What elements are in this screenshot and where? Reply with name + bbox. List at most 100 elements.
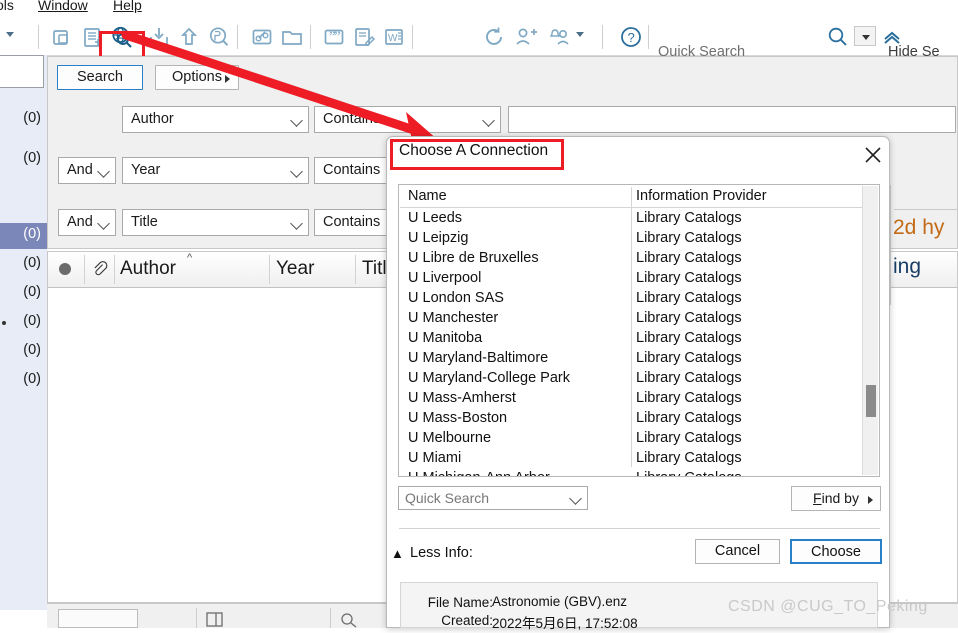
list-header-provider[interactable]: Information Provider <box>636 188 767 204</box>
connection-provider: Library Catalogs <box>636 470 742 476</box>
connection-provider: Library Catalogs <box>636 250 742 266</box>
preview-text-line-1: 2d hy <box>893 216 945 239</box>
list-item[interactable]: U Maryland-College Park Library Catalogs <box>399 369 879 389</box>
search-boolean-select-1[interactable]: And <box>58 157 116 184</box>
main-toolbar: ”” W ? Quick Search Hide Se <box>0 18 958 69</box>
toolbar-dropdown-caret-icon[interactable] <box>6 32 14 37</box>
status-bar-field[interactable] <box>58 609 138 628</box>
choose-button[interactable]: Choose <box>790 539 882 564</box>
search-field-select-0[interactable]: Author <box>122 106 309 133</box>
export-icon[interactable] <box>175 23 203 51</box>
connection-provider: Library Catalogs <box>636 210 742 226</box>
preview-divider <box>894 209 958 210</box>
toolbar-separator <box>38 25 39 49</box>
group-count: (0) <box>23 313 41 329</box>
list-item[interactable]: U Maryland-Baltimore Library Catalogs <box>399 349 879 369</box>
sidebar-search-box[interactable] <box>0 55 44 88</box>
open-folder-icon[interactable] <box>278 23 306 51</box>
list-item[interactable]: U Liverpool Library Catalogs <box>399 269 879 289</box>
connection-provider: Library Catalogs <box>636 230 742 246</box>
pdf-search-icon[interactable] <box>205 23 233 51</box>
sidebar-group-row[interactable]: (0) <box>0 147 47 173</box>
column-header-year[interactable]: Year <box>276 258 314 280</box>
collapse-up-icon[interactable]: ▲ <box>391 546 404 561</box>
read-dot-icon[interactable] <box>59 263 71 275</box>
connection-name: U Melbourne <box>408 430 492 446</box>
dialog-quick-search-select[interactable]: Quick Search <box>398 486 588 510</box>
group-count: (0) <box>23 371 41 387</box>
list-item[interactable]: U Leipzig Library Catalogs <box>399 229 879 249</box>
list-scrollbar-thumb[interactable] <box>866 385 876 417</box>
notify-user-icon[interactable] <box>546 23 574 51</box>
toolbar-separator <box>412 25 413 49</box>
sort-ascending-caret-icon: ^ <box>187 252 193 264</box>
list-item[interactable]: U Miami Library Catalogs <box>399 449 879 469</box>
sidebar-group-row[interactable]: (0) <box>0 368 47 394</box>
chevron-down-icon <box>569 492 582 505</box>
file-name-label: File Name: <box>427 595 493 610</box>
list-item[interactable]: U Libre de Bruxelles Library Catalogs <box>399 249 879 269</box>
list-item[interactable]: U London SAS Library Catalogs <box>399 289 879 309</box>
connection-name: U Manitoba <box>408 330 483 346</box>
list-item[interactable]: U Melbourne Library Catalogs <box>399 429 879 449</box>
search-boolean-select-2[interactable]: And <box>58 209 116 236</box>
groups-sidebar: (0) (0) (0) (0) (0) (0) (0) (0) <box>0 55 47 610</box>
connection-provider: Library Catalogs <box>636 450 742 466</box>
search-operator-select-0[interactable]: Contains <box>314 106 501 133</box>
search-icon[interactable] <box>826 25 850 49</box>
chevron-down-icon <box>290 114 303 127</box>
list-item[interactable]: U Leeds Library Catalogs <box>399 209 879 229</box>
group-count: (0) <box>23 110 41 126</box>
menu-item-tools[interactable]: ols <box>0 0 14 13</box>
link-icon[interactable] <box>248 23 276 51</box>
help-icon[interactable]: ? <box>617 23 645 51</box>
menu-item-window[interactable]: Window <box>38 0 88 13</box>
menu-item-help[interactable]: Help <box>113 0 142 13</box>
search-button[interactable]: Search <box>57 65 143 90</box>
search-icon[interactable] <box>340 612 358 633</box>
list-item[interactable]: U Mass-Boston Library Catalogs <box>399 409 879 429</box>
svg-text:?: ? <box>628 30 635 45</box>
word-icon[interactable]: W <box>380 23 408 51</box>
toolbar-separator <box>237 25 238 49</box>
connection-provider: Library Catalogs <box>636 310 742 326</box>
search-options-dropdown[interactable] <box>854 26 876 46</box>
sidebar-group-row[interactable]: (0) <box>0 310 47 336</box>
svg-text:W: W <box>388 33 398 44</box>
options-label: Options <box>172 69 222 85</box>
sidebar-group-row[interactable]: (0) <box>0 107 47 133</box>
list-item[interactable]: U Manchester Library Catalogs <box>399 309 879 329</box>
list-item[interactable]: U Mass-Amherst Library Catalogs <box>399 389 879 409</box>
cancel-button[interactable]: Cancel <box>695 539 780 564</box>
list-header-name[interactable]: Name <box>408 188 447 204</box>
notify-dropdown-caret-icon[interactable] <box>576 32 584 37</box>
column-header-author[interactable]: Author <box>120 258 176 280</box>
sidebar-group-row[interactable]: (0) <box>0 339 47 365</box>
copy-reference-icon[interactable] <box>48 23 76 51</box>
list-item[interactable]: U Michigan-Ann Arbor Library Catalogs <box>399 469 879 476</box>
list-scrollbar[interactable] <box>862 186 878 475</box>
toolbar-separator <box>648 25 649 49</box>
quote-icon[interactable]: ”” <box>320 23 348 51</box>
import-icon[interactable] <box>145 23 173 51</box>
search-field-select-1[interactable]: Year <box>122 157 309 184</box>
layout-panel-icon[interactable] <box>206 612 224 633</box>
close-icon[interactable] <box>862 144 884 166</box>
options-button[interactable]: Options <box>155 65 239 90</box>
chevron-down-icon <box>97 165 110 178</box>
list-item[interactable]: U Manitoba Library Catalogs <box>399 329 879 349</box>
search-term-input-0[interactable] <box>508 106 956 133</box>
sidebar-group-row[interactable]: (0) <box>0 252 47 278</box>
edit-reference-icon[interactable] <box>350 23 378 51</box>
connections-list[interactable]: Name Information Provider U Leeds Library… <box>398 184 880 477</box>
paperclip-icon[interactable] <box>89 259 111 286</box>
connection-provider: Library Catalogs <box>636 370 742 386</box>
search-field-select-2[interactable]: Title <box>122 209 309 236</box>
sidebar-group-row[interactable]: (0) <box>0 281 47 307</box>
find-by-button[interactable]: FFind byind by <box>791 486 881 511</box>
sidebar-group-row-selected[interactable]: (0) <box>0 223 47 249</box>
less-info-label[interactable]: Less Info: <box>410 545 473 561</box>
share-library-icon[interactable] <box>512 23 540 51</box>
connection-name: U Liverpool <box>408 270 482 286</box>
sync-icon[interactable] <box>480 23 508 51</box>
